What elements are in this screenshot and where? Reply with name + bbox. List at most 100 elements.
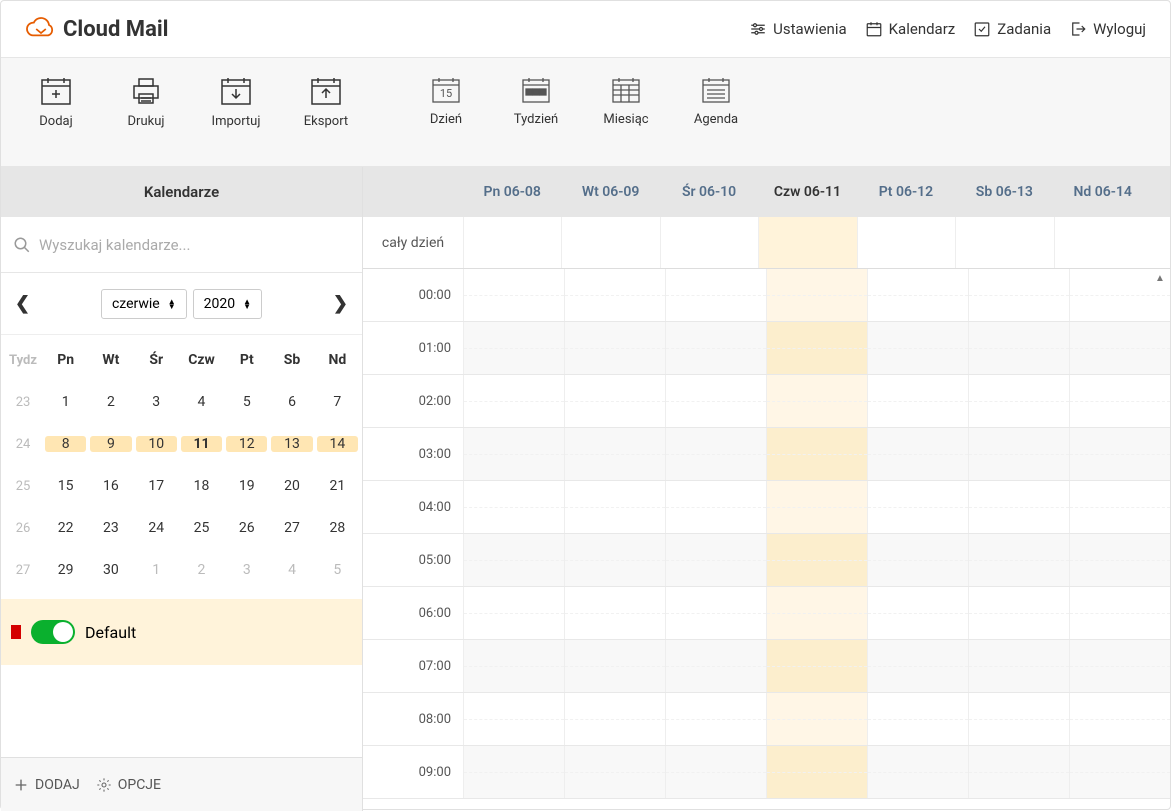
mini-day[interactable]: 2 bbox=[88, 394, 133, 410]
time-grid[interactable]: ▲ 00:0001:0002:0003:0004:0005:0006:0007:… bbox=[363, 269, 1170, 811]
time-slot[interactable] bbox=[1069, 481, 1170, 533]
time-slot[interactable] bbox=[968, 746, 1069, 798]
mini-day[interactable]: 23 bbox=[88, 520, 133, 536]
mini-day[interactable]: 26 bbox=[224, 520, 269, 536]
week-number[interactable]: 27 bbox=[3, 563, 43, 578]
time-slot[interactable] bbox=[463, 269, 564, 321]
time-slot[interactable] bbox=[665, 481, 766, 533]
mini-day[interactable]: 14 bbox=[317, 436, 358, 452]
mini-day[interactable]: 30 bbox=[88, 562, 133, 578]
mini-day[interactable]: 21 bbox=[315, 478, 360, 494]
nav-logout[interactable]: Wyloguj bbox=[1069, 20, 1146, 38]
tool-export[interactable]: Eksport bbox=[281, 76, 371, 129]
day-header[interactable]: Nd 06-14 bbox=[1054, 184, 1152, 200]
mini-day[interactable]: 11 bbox=[181, 436, 222, 452]
mini-day[interactable]: 4 bbox=[179, 394, 224, 410]
tool-month-view[interactable]: Miesiąc bbox=[581, 76, 671, 127]
calendar-toggle[interactable] bbox=[31, 620, 75, 644]
mini-day[interactable]: 18 bbox=[179, 478, 224, 494]
allday-slot[interactable] bbox=[561, 217, 659, 268]
time-slot[interactable] bbox=[766, 322, 867, 374]
mini-day[interactable]: 20 bbox=[269, 478, 314, 494]
time-slot[interactable] bbox=[867, 322, 968, 374]
time-slot[interactable] bbox=[766, 375, 867, 427]
time-slot[interactable] bbox=[564, 534, 665, 586]
week-number[interactable]: 26 bbox=[3, 521, 43, 536]
mini-day[interactable]: 15 bbox=[43, 478, 88, 494]
time-slot[interactable] bbox=[1069, 322, 1170, 374]
mini-day[interactable]: 17 bbox=[134, 478, 179, 494]
mini-day[interactable]: 12 bbox=[226, 436, 267, 452]
time-slot[interactable] bbox=[968, 693, 1069, 745]
time-slot[interactable] bbox=[463, 693, 564, 745]
mini-day[interactable]: 25 bbox=[179, 520, 224, 536]
time-slot[interactable] bbox=[665, 375, 766, 427]
mini-day[interactable]: 13 bbox=[271, 436, 312, 452]
time-slot[interactable] bbox=[867, 428, 968, 480]
mini-day[interactable]: 1 bbox=[43, 394, 88, 410]
time-slot[interactable] bbox=[665, 269, 766, 321]
time-slot[interactable] bbox=[867, 269, 968, 321]
nav-settings[interactable]: Ustawienia bbox=[749, 20, 847, 38]
mini-day[interactable]: 22 bbox=[43, 520, 88, 536]
time-slot[interactable] bbox=[463, 534, 564, 586]
time-slot[interactable] bbox=[867, 534, 968, 586]
time-slot[interactable] bbox=[1069, 269, 1170, 321]
prev-month-button[interactable]: ❮ bbox=[15, 293, 30, 314]
mini-day[interactable]: 9 bbox=[90, 436, 131, 452]
week-number[interactable]: 23 bbox=[3, 395, 43, 410]
tool-add[interactable]: Dodaj bbox=[11, 76, 101, 129]
time-slot[interactable] bbox=[564, 587, 665, 639]
mini-day[interactable]: 10 bbox=[136, 436, 177, 452]
time-slot[interactable] bbox=[564, 481, 665, 533]
time-slot[interactable] bbox=[968, 587, 1069, 639]
nav-tasks[interactable]: Zadania bbox=[973, 20, 1051, 38]
time-slot[interactable] bbox=[766, 534, 867, 586]
time-slot[interactable] bbox=[564, 746, 665, 798]
tool-print[interactable]: Drukuj bbox=[101, 76, 191, 129]
allday-slot[interactable] bbox=[463, 217, 561, 268]
time-slot[interactable] bbox=[968, 269, 1069, 321]
time-slot[interactable] bbox=[1069, 640, 1170, 692]
mini-day[interactable]: 16 bbox=[88, 478, 133, 494]
time-slot[interactable] bbox=[1069, 428, 1170, 480]
time-slot[interactable] bbox=[665, 746, 766, 798]
time-slot[interactable] bbox=[463, 322, 564, 374]
time-slot[interactable] bbox=[1069, 746, 1170, 798]
time-slot[interactable] bbox=[564, 693, 665, 745]
mini-day[interactable]: 28 bbox=[315, 520, 360, 536]
time-slot[interactable] bbox=[867, 693, 968, 745]
time-slot[interactable] bbox=[564, 375, 665, 427]
week-number[interactable]: 24 bbox=[3, 437, 43, 452]
week-number[interactable]: 25 bbox=[3, 479, 43, 494]
mini-day[interactable]: 5 bbox=[224, 394, 269, 410]
mini-day[interactable]: 3 bbox=[224, 562, 269, 578]
mini-day[interactable]: 8 bbox=[45, 436, 86, 452]
day-header[interactable]: Pt 06-12 bbox=[857, 184, 955, 200]
time-slot[interactable] bbox=[968, 428, 1069, 480]
mini-day[interactable]: 2 bbox=[179, 562, 224, 578]
month-select[interactable]: czerwie▲▼ bbox=[101, 289, 187, 319]
time-slot[interactable] bbox=[968, 375, 1069, 427]
allday-slot[interactable] bbox=[857, 217, 955, 268]
allday-slot[interactable] bbox=[660, 217, 758, 268]
mini-day[interactable]: 24 bbox=[134, 520, 179, 536]
time-slot[interactable] bbox=[665, 428, 766, 480]
time-slot[interactable] bbox=[766, 693, 867, 745]
tool-agenda-view[interactable]: Agenda bbox=[671, 76, 761, 127]
time-slot[interactable] bbox=[867, 587, 968, 639]
time-slot[interactable] bbox=[766, 481, 867, 533]
time-slot[interactable] bbox=[463, 587, 564, 639]
day-header[interactable]: Sb 06-13 bbox=[955, 184, 1053, 200]
mini-day[interactable]: 27 bbox=[269, 520, 314, 536]
tool-week-view[interactable]: Tydzień bbox=[491, 76, 581, 127]
add-calendar-button[interactable]: DODAJ bbox=[13, 777, 80, 793]
time-slot[interactable] bbox=[867, 746, 968, 798]
time-slot[interactable] bbox=[968, 534, 1069, 586]
time-slot[interactable] bbox=[564, 269, 665, 321]
time-slot[interactable] bbox=[766, 746, 867, 798]
time-slot[interactable] bbox=[867, 481, 968, 533]
time-slot[interactable] bbox=[463, 428, 564, 480]
options-button[interactable]: OPCJE bbox=[96, 777, 161, 793]
next-month-button[interactable]: ❯ bbox=[333, 293, 348, 314]
